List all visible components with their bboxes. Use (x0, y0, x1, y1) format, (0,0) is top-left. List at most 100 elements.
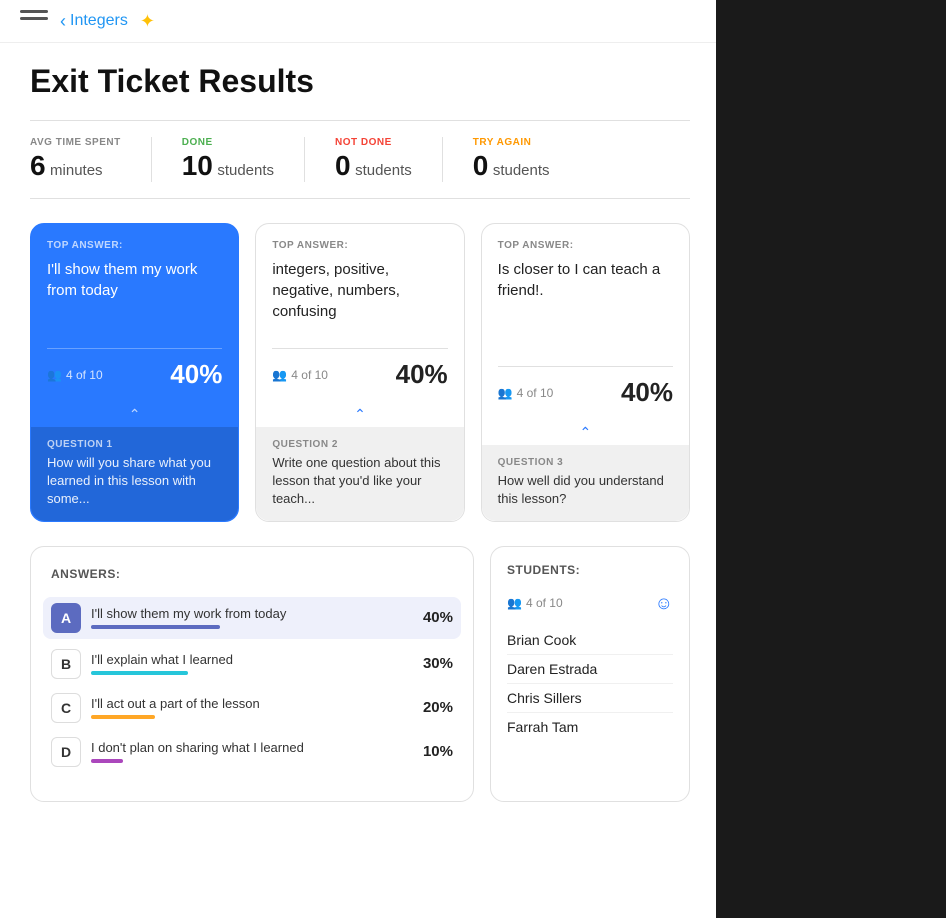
answers-panel: ANSWERS: A I'll show them my work from t… (30, 546, 474, 802)
people-icon: 👥 (272, 368, 287, 382)
stats-bar: AVG TIME SPENT 6 minutes DONE 10 student… (30, 120, 690, 199)
card-bottom: QUESTION 2 Write one question about this… (256, 427, 463, 521)
stat-label: NOT DONE (335, 137, 412, 148)
question-text: How well did you understand this lesson? (498, 472, 673, 508)
stat-label: DONE (182, 137, 274, 148)
card-percent: 40% (621, 377, 673, 408)
question-card-3[interactable]: TOP ANSWER: Is closer to I can teach a f… (481, 223, 690, 522)
answer-letter-c: C (51, 693, 81, 723)
card-divider (272, 348, 447, 349)
expand-icon[interactable]: ⌃ (256, 402, 463, 427)
stat-number: 10 (182, 150, 213, 181)
card-stats: 👥 4 of 10 40% (31, 359, 238, 402)
main-content: Exit Ticket Results AVG TIME SPENT 6 min… (0, 43, 720, 822)
answer-text: I'll act out a part of the lesson (91, 696, 413, 711)
count-value: 4 of 10 (291, 368, 328, 382)
student-name-2: Chris Sillers (507, 684, 673, 713)
top-answer-label: TOP ANSWER: (47, 240, 222, 251)
answer-content: I'll act out a part of the lesson (91, 696, 413, 719)
card-percent: 40% (396, 359, 448, 390)
answer-letter-a: A (51, 603, 81, 633)
top-bar-left: ‹ Integers ✦ (20, 10, 155, 32)
question-text: Write one question about this lesson tha… (272, 454, 447, 509)
stat-item-1: DONE 10 students (182, 137, 305, 182)
people-icon: 👥 (498, 386, 513, 400)
back-navigation[interactable]: ‹ Integers (60, 11, 128, 32)
stat-number: 0 (335, 150, 351, 181)
answers-title: ANSWERS: (51, 567, 453, 581)
students-list: Brian CookDaren EstradaChris SillersFarr… (507, 626, 673, 741)
card-divider (498, 366, 673, 367)
answer-content: I don't plan on sharing what I learned (91, 740, 413, 763)
chevron-left-icon: ‹ (60, 11, 66, 32)
stat-item-2: NOT DONE 0 students (335, 137, 443, 182)
answer-content: I'll explain what I learned (91, 652, 413, 675)
answer-item-b[interactable]: B I'll explain what I learned 30% (51, 649, 453, 679)
answer-bar (91, 759, 123, 763)
card-divider (47, 348, 222, 349)
card-count: 👥 4 of 10 (47, 368, 103, 382)
student-name-0: Brian Cook (507, 626, 673, 655)
answer-percent: 30% (423, 655, 453, 672)
sidebar-toggle-button[interactable] (20, 10, 48, 32)
stat-value: 0 students (473, 150, 550, 182)
students-count-row: 👥 4 of 10 ☺ (507, 593, 673, 614)
card-count: 👥 4 of 10 (272, 368, 328, 382)
count-value: 4 of 10 (517, 386, 554, 400)
answer-item-a[interactable]: A I'll show them my work from today 40% (43, 597, 461, 639)
answer-letter-d: D (51, 737, 81, 767)
answer-bar (91, 671, 188, 675)
stat-label: AVG TIME SPENT (30, 137, 121, 148)
questions-row: TOP ANSWER: I'll show them my work from … (30, 223, 690, 522)
stat-unit: students (217, 162, 274, 179)
card-bottom: QUESTION 1 How will you share what you l… (31, 427, 238, 521)
bottom-section: ANSWERS: A I'll show them my work from t… (30, 546, 690, 802)
top-answer-text: integers, positive, negative, numbers, c… (272, 259, 447, 322)
stat-number: 0 (473, 150, 489, 181)
stat-item-3: TRY AGAIN 0 students (473, 137, 580, 182)
question-text: How will you share what you learned in t… (47, 454, 222, 509)
students-count: 👥 4 of 10 (507, 596, 563, 610)
stat-unit: students (355, 162, 412, 179)
answer-percent: 40% (423, 609, 453, 626)
students-title: STUDENTS: (507, 563, 673, 577)
answer-item-c[interactable]: C I'll act out a part of the lesson 20% (51, 693, 453, 723)
stat-item-0: AVG TIME SPENT 6 minutes (30, 137, 152, 182)
top-answer-text: Is closer to I can teach a friend!. (498, 259, 673, 301)
card-top: TOP ANSWER: integers, positive, negative… (256, 224, 463, 338)
card-stats: 👥 4 of 10 40% (256, 359, 463, 402)
stat-label: TRY AGAIN (473, 137, 550, 148)
question-card-1[interactable]: TOP ANSWER: I'll show them my work from … (30, 223, 239, 522)
question-card-2[interactable]: TOP ANSWER: integers, positive, negative… (255, 223, 464, 522)
card-count: 👥 4 of 10 (498, 386, 554, 400)
answers-list: A I'll show them my work from today 40% … (51, 597, 453, 767)
student-name-3: Farrah Tam (507, 713, 673, 741)
answer-content: I'll show them my work from today (91, 606, 413, 629)
answer-text: I don't plan on sharing what I learned (91, 740, 413, 755)
count-value: 4 of 10 (66, 368, 103, 382)
top-answer-label: TOP ANSWER: (272, 240, 447, 251)
answer-percent: 10% (423, 743, 453, 760)
expand-icon[interactable]: ⌃ (482, 420, 689, 445)
expand-icon[interactable]: ⌃ (31, 402, 238, 427)
question-number-label: QUESTION 3 (498, 457, 673, 468)
smiley-icon[interactable]: ☺ (655, 593, 673, 614)
sparkle-icon: ✦ (140, 11, 155, 32)
card-stats: 👥 4 of 10 40% (482, 377, 689, 420)
stat-unit: minutes (50, 162, 103, 179)
card-percent: 40% (170, 359, 222, 390)
top-answer-text: I'll show them my work from today (47, 259, 222, 301)
answer-letter-b: B (51, 649, 81, 679)
stat-value: 10 students (182, 150, 274, 182)
page-title: Exit Ticket Results (30, 63, 690, 100)
stat-value: 6 minutes (30, 150, 121, 182)
question-number-label: QUESTION 1 (47, 439, 222, 450)
answer-item-d[interactable]: D I don't plan on sharing what I learned… (51, 737, 453, 767)
card-top: TOP ANSWER: I'll show them my work from … (31, 224, 238, 338)
answer-text: I'll show them my work from today (91, 606, 413, 621)
students-count-value: 4 of 10 (526, 596, 563, 610)
answer-text: I'll explain what I learned (91, 652, 413, 667)
people-icon: 👥 (47, 368, 62, 382)
stat-value: 0 students (335, 150, 412, 182)
back-label: Integers (70, 12, 128, 30)
